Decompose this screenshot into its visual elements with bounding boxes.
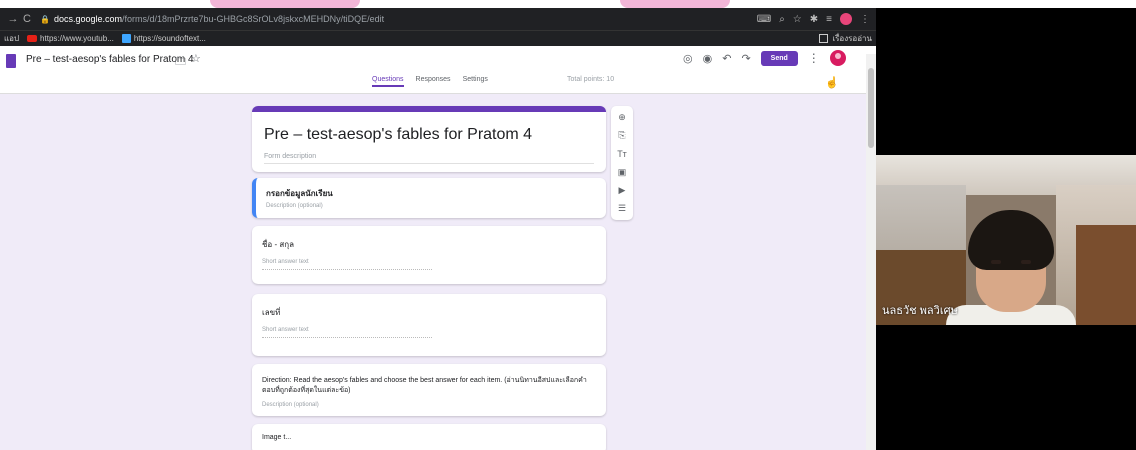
star-icon[interactable]: ☆ [191, 52, 201, 65]
add-question-icon[interactable]: ⊕ [611, 112, 633, 123]
section-card[interactable]: กรอกข้อมูลนักเรียน Description (optional… [252, 178, 606, 218]
form-title-heading[interactable]: Pre – test-aesop's fables for Pratom 4 [264, 126, 532, 144]
extensions-icon[interactable]: ✱ [810, 14, 818, 25]
forms-header: Pre – test-aesop's fables for Pratom 4 🗀… [0, 46, 876, 94]
lock-icon: 🔒 [40, 14, 50, 24]
tab-responses[interactable]: Responses [416, 76, 451, 87]
bookmark-youtube[interactable]: https://www.youtub... [27, 34, 114, 43]
decoration-blob [620, 0, 730, 8]
form-title-card[interactable]: Pre – test-aesop's fables for Pratom 4 F… [252, 106, 606, 172]
site-icon [121, 34, 131, 43]
add-section-icon[interactable]: ☰ [611, 203, 633, 214]
reading-list-icon [819, 34, 829, 43]
webcam-person-eye [991, 260, 1001, 264]
form-tabs: Questions Responses Settings [372, 76, 488, 87]
bookmark-apps[interactable]: แอป [4, 32, 19, 45]
add-title-icon[interactable]: Tт [611, 149, 633, 159]
section-heading: กรอกข้อมูลนักเรียน [266, 189, 333, 198]
reload-icon[interactable]: C [20, 13, 34, 25]
bookmark-star-icon[interactable]: ☆ [793, 14, 802, 25]
account-avatar[interactable] [829, 50, 846, 66]
question-title: ชื่อ - สกุล [262, 240, 294, 249]
forward-icon[interactable]: → [6, 13, 20, 25]
screen: → C 🔒 docs.google.com /forms/d/18mPrzrte… [0, 0, 1136, 450]
direction-card[interactable]: Direction: Read the aesop's fables and c… [252, 364, 606, 416]
question-card-name[interactable]: ชื่อ - สกุล Short answer text [252, 226, 606, 284]
bookmark-soundoftext[interactable]: https://soundoftext... [121, 34, 206, 43]
undo-icon[interactable]: ↶ [722, 52, 731, 65]
youtube-icon [27, 35, 38, 42]
menu-icon[interactable]: ⋮ [860, 14, 870, 25]
webcam-person-hair [968, 210, 1054, 270]
image-card[interactable]: Image t... [252, 424, 606, 450]
webcam-feed: นลธวัช พลวิเศษ [876, 155, 1136, 325]
image-title: Image t... [262, 434, 292, 441]
webcam-person-eye [1021, 260, 1031, 264]
webcam-cabinet [1076, 225, 1136, 325]
top-decoration [0, 0, 1136, 8]
tab-settings[interactable]: Settings [463, 76, 488, 87]
reading-list[interactable]: เรื่องรออ่าน [819, 32, 872, 45]
import-questions-icon[interactable]: ⎘ [611, 130, 633, 141]
more-vert-icon[interactable]: ⋮ [808, 51, 820, 65]
profile-avatar[interactable] [840, 13, 852, 25]
direction-text: Direction: Read the aesop's fables and c… [262, 377, 587, 394]
question-toolbar: ⊕ ⎘ Tт ▣ ▶ ☰ [611, 106, 633, 220]
total-points: Total points: 10 [567, 76, 615, 83]
decoration-blob [210, 0, 360, 8]
form-description-field[interactable]: Form description [264, 153, 594, 164]
zoom-icon[interactable]: ⌕ [779, 14, 785, 25]
add-image-icon[interactable]: ▣ [611, 167, 633, 178]
short-answer-placeholder: Short answer text [262, 259, 432, 270]
bookmarks-bar: แอป https://www.youtub... https://soundo… [0, 30, 876, 46]
url-path: /forms/d/18mPrzrte7bu-GHBGc8SrOLv8jskxcM… [122, 14, 385, 24]
document-title[interactable]: Pre – test-aesop's fables for Pratom 4 [26, 54, 194, 65]
short-answer-placeholder: Short answer text [262, 327, 432, 338]
send-button[interactable]: Send [760, 50, 798, 66]
participant-name: นลธวัช พลวิเศษ [882, 305, 958, 317]
address-bar[interactable]: 🔒 docs.google.com /forms/d/18mPrzrte7bu-… [40, 12, 384, 26]
tab-questions[interactable]: Questions [372, 76, 404, 87]
direction-description: Description (optional) [262, 402, 319, 408]
section-description: Description (optional) [266, 203, 323, 209]
palette-icon[interactable]: ◎ [683, 52, 693, 65]
media-icon[interactable]: ≡ [826, 14, 832, 25]
scrollbar-thumb[interactable] [868, 68, 874, 148]
preview-eye-icon[interactable]: ◉ [703, 52, 713, 65]
browser-toolbar: → C 🔒 docs.google.com /forms/d/18mPrzrte… [0, 8, 876, 30]
question-card-number[interactable]: เลขที่ Short answer text [252, 294, 606, 356]
url-host: docs.google.com [53, 14, 123, 24]
question-title: เลขที่ [262, 308, 281, 317]
add-video-icon[interactable]: ▶ [611, 185, 633, 196]
redo-icon[interactable]: ↷ [741, 52, 750, 65]
hand-cursor-icon: ☝ [825, 77, 839, 89]
translate-icon[interactable]: ⌨ [757, 14, 771, 25]
browser-actions: ⌨ ⌕ ☆ ✱ ≡ ⋮ [757, 13, 870, 25]
folder-icon[interactable]: 🗀 [175, 53, 186, 72]
forms-logo-icon[interactable] [6, 54, 16, 68]
header-actions: ◎ ◉ ↶ ↷ Send ⋮ [683, 50, 846, 66]
